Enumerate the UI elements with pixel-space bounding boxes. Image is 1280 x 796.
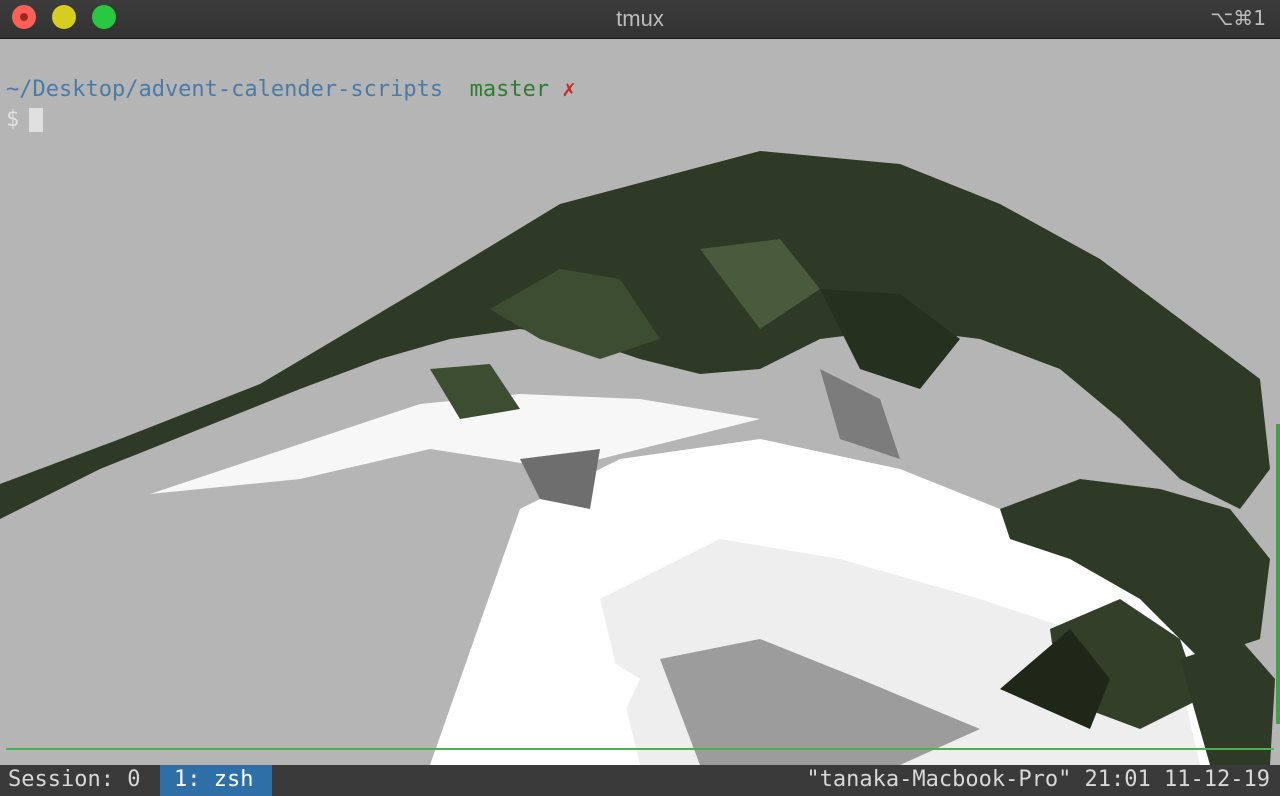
session-label: Session: 0	[8, 767, 141, 792]
host-datetime: "tanaka-Macbook-Pro" 21:01 11-12-19	[806, 767, 1270, 792]
pane-border	[6, 748, 1274, 750]
pane-scrollbar[interactable]	[1276, 424, 1280, 724]
prompt-symbol: $	[6, 107, 20, 132]
background-image	[0, 151, 1275, 765]
terminal-window: tmux ⌥⌘1 ~/Desktop/advent-calender-scrip…	[0, 0, 1280, 796]
text-cursor	[29, 108, 44, 132]
command-input-line[interactable]: $	[6, 107, 44, 132]
window-title: tmux	[616, 6, 664, 31]
title-bar[interactable]: tmux ⌥⌘1	[0, 0, 1280, 39]
terminal-pane[interactable]: ~/Desktop/advent-calender-scripts master…	[0, 39, 1280, 765]
window-shortcut: ⌥⌘1	[1210, 6, 1266, 30]
window-tab-zsh[interactable]: 1: zsh	[160, 765, 272, 796]
tmux-status-bar: Session: 0 1: zsh "tanaka-Macbook-Pro" 2…	[0, 765, 1280, 796]
prompt-path: ~/Desktop/advent-calender-scripts	[6, 77, 444, 102]
git-branch: master	[469, 77, 550, 102]
prompt-line: ~/Desktop/advent-calender-scripts master…	[6, 77, 576, 102]
git-dirty-marker: ✗	[562, 77, 576, 102]
